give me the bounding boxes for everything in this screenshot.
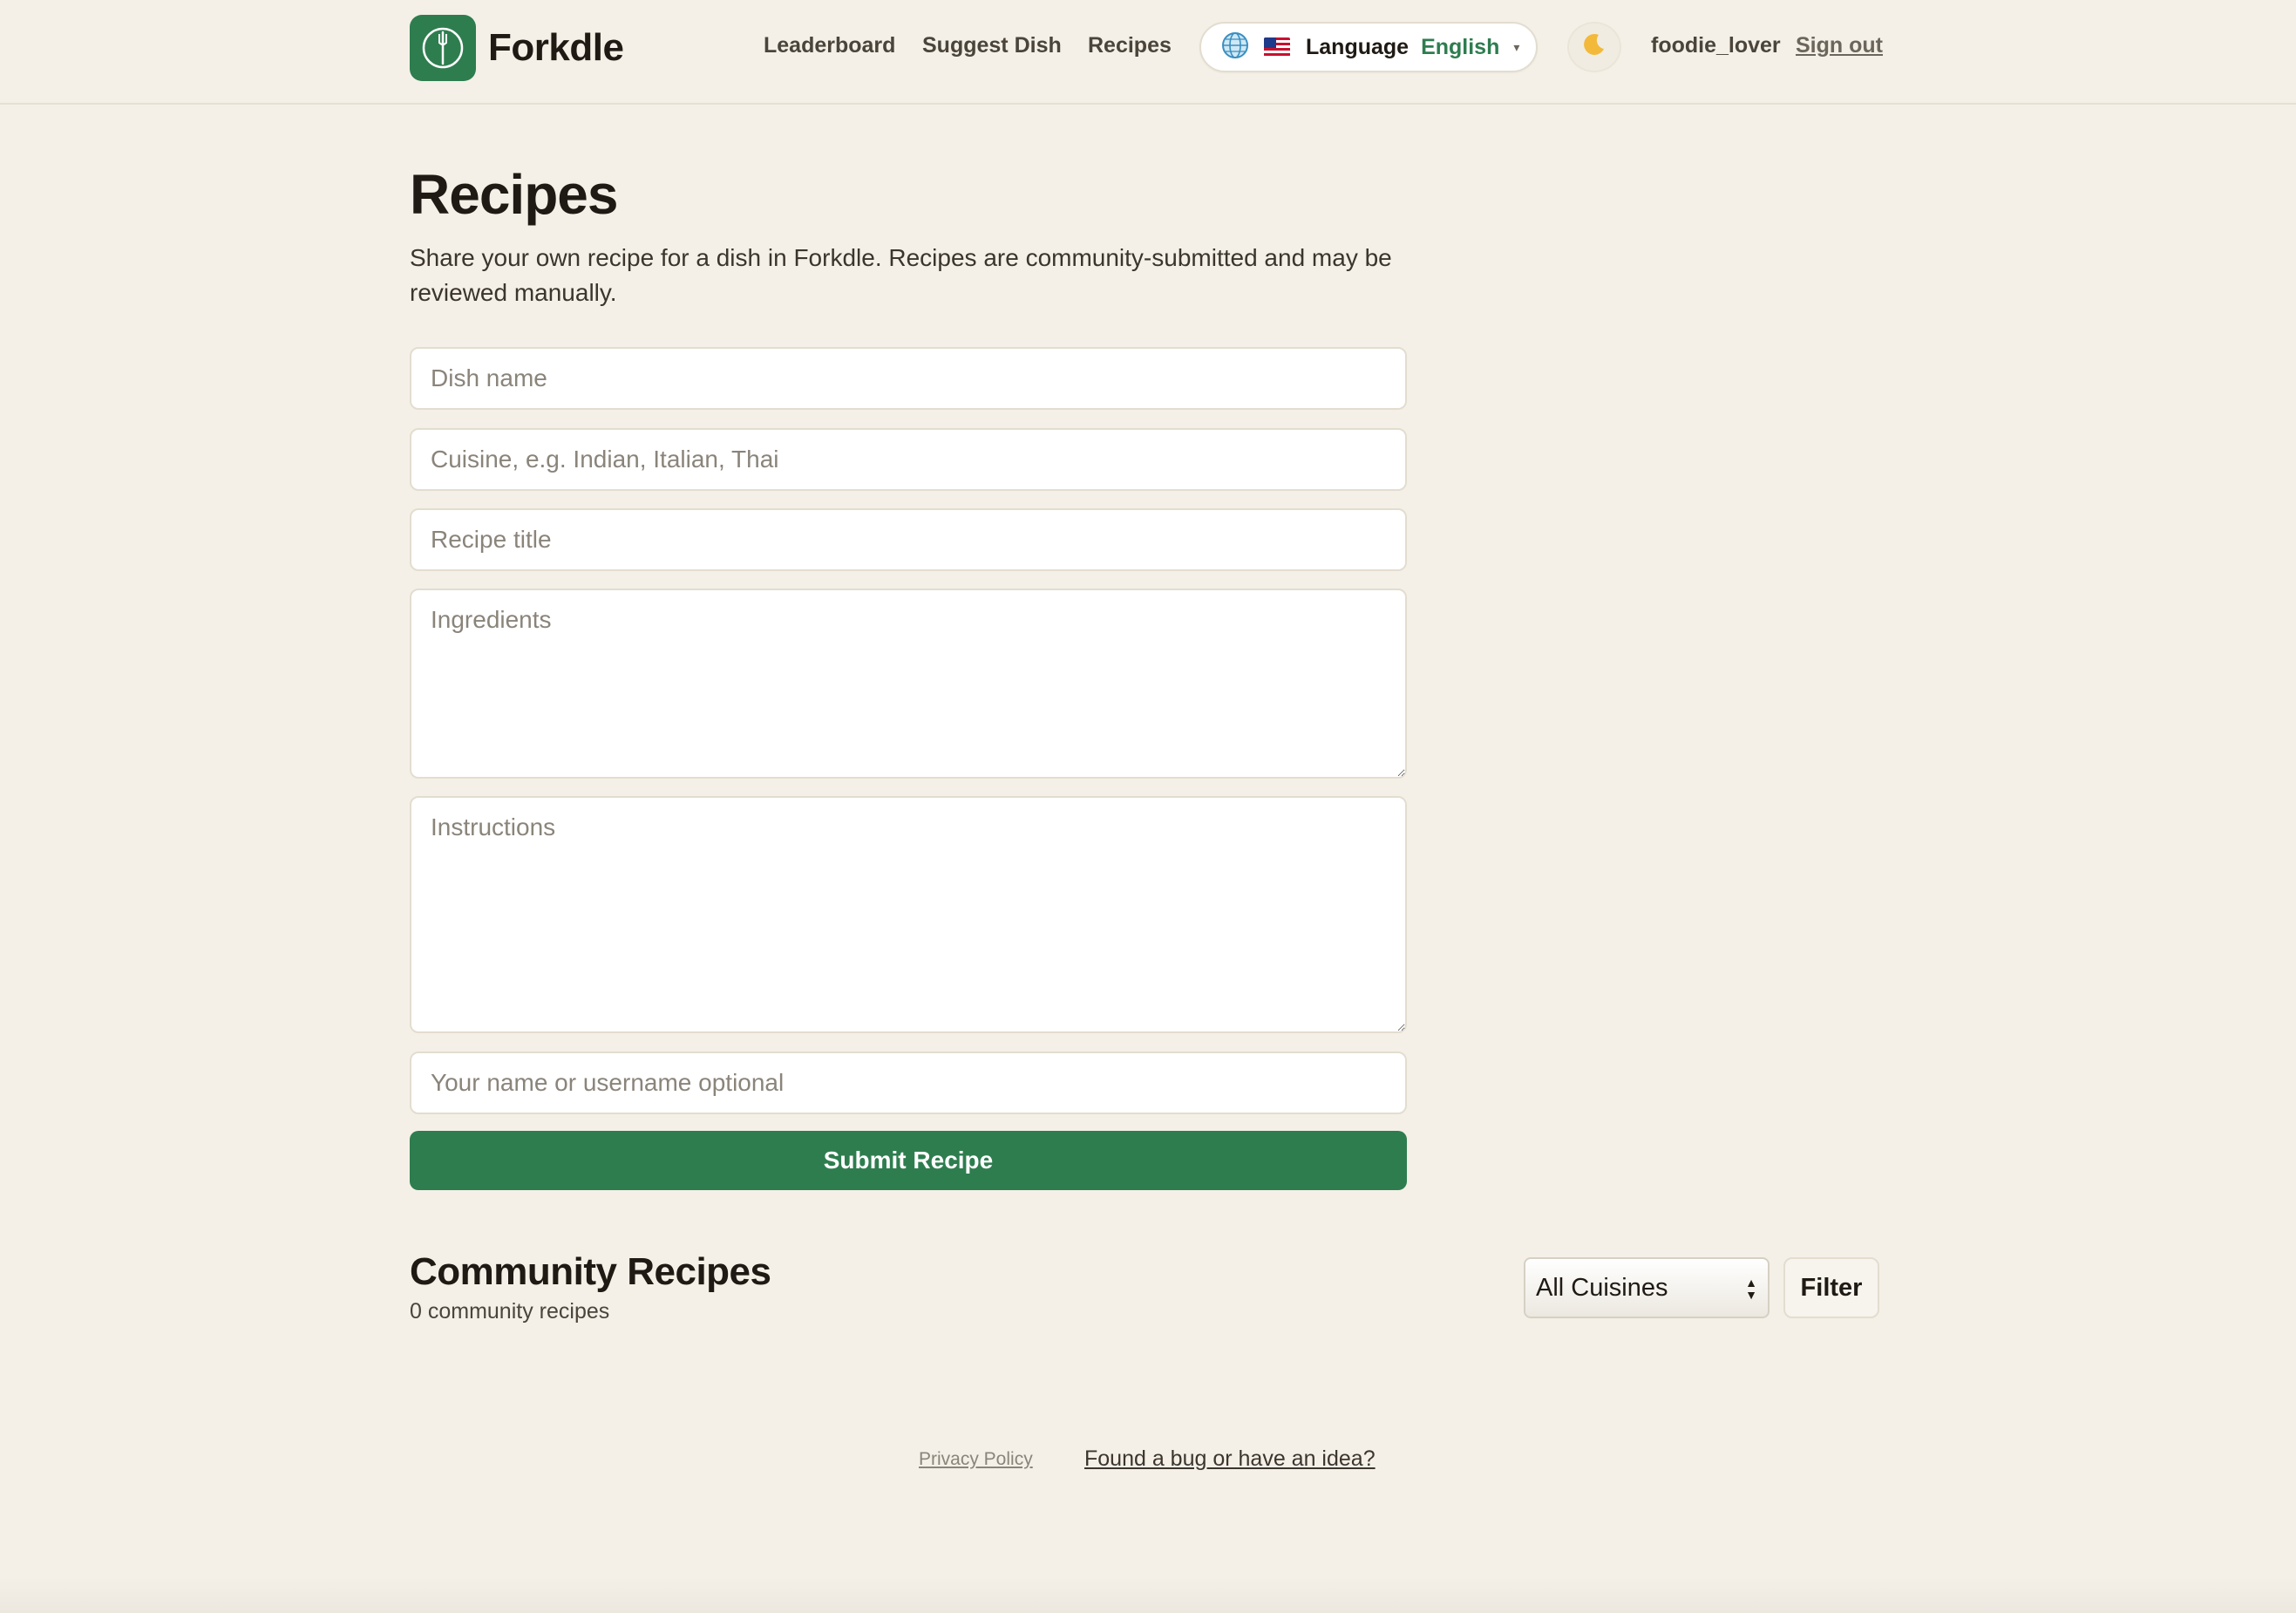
page-bottom <box>0 1576 2296 1613</box>
us-flag-icon <box>1264 37 1290 57</box>
recipe-title-input[interactable] <box>410 508 1407 571</box>
page-intro: Share your own recipe for a dish in Fork… <box>410 244 1392 306</box>
nav-recipes[interactable]: Recipes <box>1088 33 1172 58</box>
globe-icon <box>1220 31 1250 65</box>
nav-suggest-dish[interactable]: Suggest Dish <box>922 33 1062 58</box>
select-arrows-icon: ▲ ▼ <box>1745 1276 1757 1302</box>
app-name: Forkdle <box>488 26 624 69</box>
theme-toggle-button[interactable] <box>1567 22 1621 72</box>
language-selector[interactable]: Language English ▾ <box>1199 22 1538 72</box>
language-label: Language <box>1306 34 1410 59</box>
cuisine-input[interactable] <box>410 428 1407 491</box>
community-recipes-title: Community Recipes <box>410 1250 771 1293</box>
nav-leaderboard[interactable]: Leaderboard <box>764 33 895 58</box>
chevron-down-icon: ▾ <box>1513 39 1520 54</box>
moon-icon <box>1581 31 1607 64</box>
feedback-link[interactable]: Found a bug or have an idea? <box>1084 1446 1376 1472</box>
privacy-policy-link[interactable]: Privacy Policy <box>919 1449 1033 1470</box>
filter-button[interactable]: Filter <box>1783 1257 1879 1318</box>
submit-recipe-button[interactable]: Submit Recipe <box>410 1131 1407 1190</box>
dish-name-input[interactable] <box>410 347 1407 410</box>
username: foodie_lover <box>1651 33 1781 58</box>
cuisine-filter-value: All Cuisines <box>1536 1273 1668 1302</box>
fork-icon <box>410 15 476 81</box>
top-header: Forkdle Leaderboard Suggest Dish Recipes… <box>0 0 2296 105</box>
language-value: English <box>1421 34 1500 59</box>
community-recipes-count: 0 community recipes <box>410 1299 610 1324</box>
brand-logo[interactable]: Forkdle <box>410 15 624 81</box>
cuisine-filter-select[interactable]: All Cuisines ▲ ▼ <box>1524 1257 1770 1318</box>
instructions-textarea[interactable] <box>410 796 1407 1033</box>
page-title: Recipes <box>410 163 618 226</box>
ingredients-textarea[interactable] <box>410 589 1407 779</box>
sign-out-link[interactable]: Sign out <box>1796 33 1883 58</box>
author-input[interactable] <box>410 1052 1407 1114</box>
